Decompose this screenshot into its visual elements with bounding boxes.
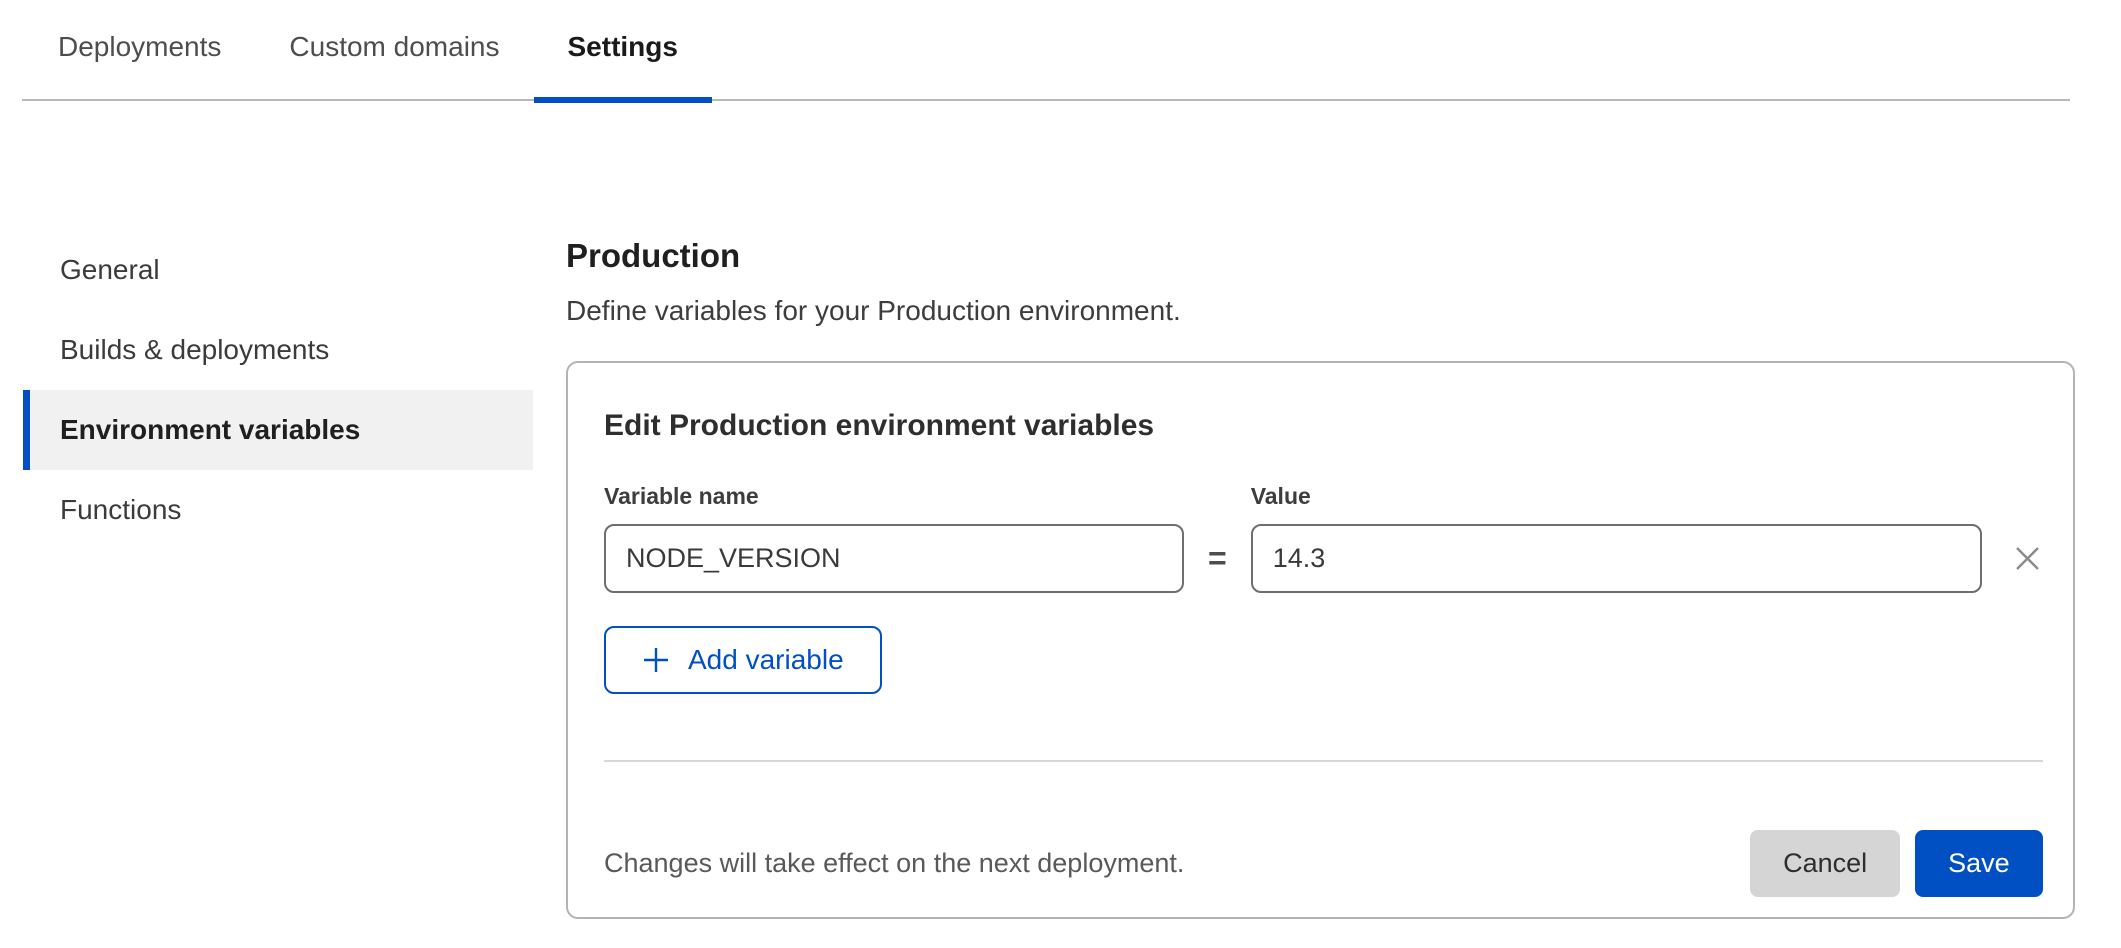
variable-name-input[interactable] bbox=[604, 524, 1184, 593]
environment-variables-card: Edit Production environment variables Va… bbox=[566, 361, 2075, 919]
tab-settings[interactable]: Settings bbox=[534, 0, 712, 99]
settings-sidebar: General Builds & deployments Environment… bbox=[23, 230, 533, 919]
tab-bar: Deployments Custom domains Settings bbox=[22, 0, 2070, 101]
sidebar-item-builds-deployments[interactable]: Builds & deployments bbox=[23, 310, 533, 390]
delete-variable-button[interactable] bbox=[2012, 524, 2043, 593]
equals-sign: = bbox=[1208, 524, 1227, 593]
tab-deployments[interactable]: Deployments bbox=[24, 0, 255, 99]
settings-layout: General Builds & deployments Environment… bbox=[0, 101, 2121, 919]
card-title: Edit Production environment variables bbox=[604, 409, 2043, 443]
variable-name-field: Variable name bbox=[604, 483, 1184, 593]
tab-list: Deployments Custom domains Settings bbox=[22, 0, 2070, 99]
deployment-note: Changes will take effect on the next dep… bbox=[604, 848, 1750, 879]
card-divider bbox=[604, 760, 2043, 762]
sidebar-item-general[interactable]: General bbox=[23, 230, 533, 310]
variable-row: Variable name = Value bbox=[604, 483, 2043, 593]
sidebar-item-functions[interactable]: Functions bbox=[23, 470, 533, 550]
variable-value-field: Value bbox=[1251, 483, 1982, 593]
sidebar-item-environment-variables[interactable]: Environment variables bbox=[23, 390, 533, 470]
variable-name-label: Variable name bbox=[604, 483, 1184, 510]
cancel-button[interactable]: Cancel bbox=[1750, 830, 1900, 897]
save-button[interactable]: Save bbox=[1915, 830, 2043, 897]
page-subtitle: Define variables for your Production env… bbox=[566, 294, 2075, 328]
variable-value-input[interactable] bbox=[1251, 524, 1982, 593]
main-content: Production Define variables for your Pro… bbox=[566, 230, 2075, 919]
tab-custom-domains[interactable]: Custom domains bbox=[255, 0, 533, 99]
card-footer: Changes will take effect on the next dep… bbox=[604, 830, 2043, 897]
add-variable-label: Add variable bbox=[688, 644, 844, 676]
page-title: Production bbox=[566, 236, 2075, 276]
add-variable-button[interactable]: Add variable bbox=[604, 626, 882, 694]
plus-icon bbox=[642, 646, 670, 674]
variable-value-label: Value bbox=[1251, 483, 1982, 510]
close-icon bbox=[2012, 543, 2043, 574]
